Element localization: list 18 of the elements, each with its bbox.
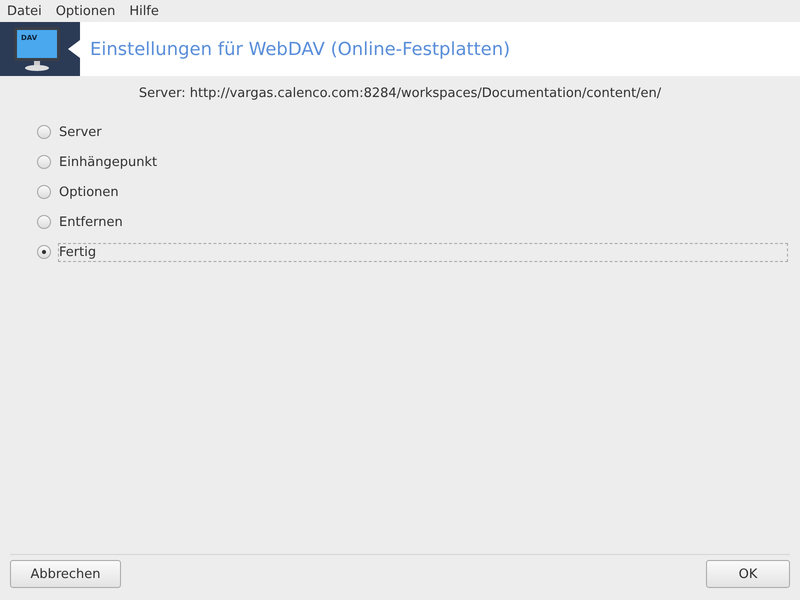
option-label[interactable]: Server (58, 122, 103, 142)
radio-button[interactable] (37, 245, 51, 259)
option-label[interactable]: Optionen (58, 182, 120, 202)
radio-button[interactable] (37, 215, 51, 229)
ok-button[interactable]: OK (706, 560, 790, 588)
menu-item[interactable]: Optionen (56, 4, 116, 18)
radio-button[interactable] (37, 185, 51, 199)
pointer-notch (68, 40, 80, 58)
menu-item[interactable]: Datei (7, 4, 42, 18)
banner-title: Einstellungen für WebDAV (Online-Festplatten) (90, 38, 510, 60)
menu-item[interactable]: Hilfe (129, 4, 159, 18)
option-label[interactable]: Fertig (58, 242, 788, 262)
radio-button[interactable] (37, 155, 51, 169)
radio-button[interactable] (37, 125, 51, 139)
server-url-text: Server: http://vargas.calenco.com:8284/workspaces/Documentation/content/en/ (138, 86, 662, 101)
cancel-button[interactable]: Abbrechen (10, 560, 121, 588)
option-label[interactable]: Entfernen (58, 212, 124, 232)
option-label[interactable]: Einhängepunkt (58, 152, 158, 172)
